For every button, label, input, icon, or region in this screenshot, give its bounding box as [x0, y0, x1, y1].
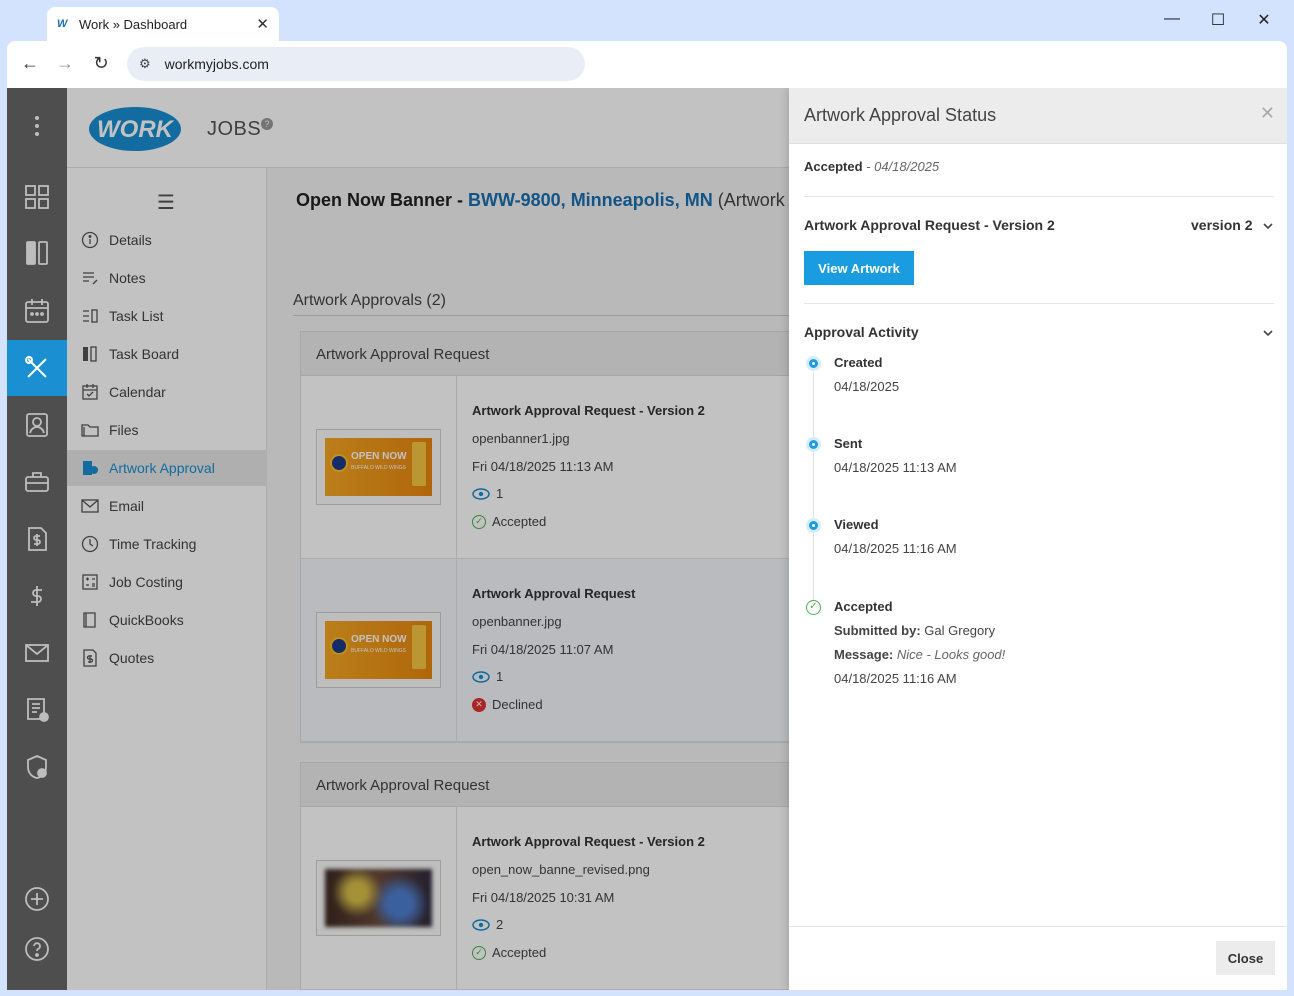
- calendar-rail-icon[interactable]: [7, 283, 67, 339]
- approval-message: Message: Nice - Looks good!: [834, 647, 1006, 662]
- address-bar[interactable]: ⚙ workmyjobs.com: [127, 47, 585, 81]
- drawer-header: Artwork Approval Status ✕: [789, 88, 1287, 144]
- browser-tab[interactable]: W Work » Dashboard ✕: [47, 7, 279, 41]
- more-vertical-icon[interactable]: [7, 98, 67, 154]
- invoice-icon[interactable]: [7, 511, 67, 567]
- mail-icon[interactable]: [7, 625, 67, 681]
- close-window-icon[interactable]: ✕: [1254, 10, 1274, 30]
- view-artwork-button[interactable]: View Artwork: [804, 251, 914, 285]
- close-x-icon[interactable]: ✕: [1260, 103, 1275, 124]
- site-settings-icon[interactable]: ⚙: [139, 56, 151, 72]
- version-selector[interactable]: version 2: [1191, 217, 1252, 233]
- approval-status-drawer: Artwork Approval Status ✕ Accepted - 04/…: [789, 88, 1287, 990]
- dollar-icon[interactable]: [7, 568, 67, 624]
- security-shield-icon[interactable]: [7, 739, 67, 795]
- browser-toolbar: ← → ↻ ⚙ workmyjobs.com: [7, 41, 1287, 88]
- timeline-time: 04/18/2025: [834, 379, 900, 394]
- reports-icon[interactable]: [7, 682, 67, 738]
- board-icon[interactable]: [7, 225, 67, 281]
- url-text: workmyjobs.com: [164, 56, 269, 72]
- jobs-tools-icon[interactable]: [7, 340, 67, 396]
- icon-rail: [7, 88, 67, 990]
- check-circle-icon: ✓: [806, 600, 821, 615]
- back-arrow-icon[interactable]: ←: [19, 53, 41, 74]
- status-line: Accepted - 04/18/2025: [804, 159, 940, 174]
- timeline-time: 04/18/2025 11:16 AM: [834, 541, 957, 556]
- contacts-icon[interactable]: [7, 397, 67, 453]
- chevron-down-icon[interactable]: [1261, 326, 1275, 340]
- submitted-by: Submitted by: Gal Gregory: [834, 623, 996, 638]
- drawer-footer: Close: [789, 926, 1287, 990]
- chevron-down-icon[interactable]: [1261, 219, 1275, 233]
- help-icon[interactable]: [7, 921, 67, 977]
- tab-title: Work » Dashboard: [79, 16, 188, 32]
- forward-arrow-icon[interactable]: →: [54, 53, 76, 74]
- work-favicon-icon: W: [57, 18, 68, 30]
- timeline-event: Sent: [834, 436, 863, 451]
- timeline-time: 04/18/2025 11:16 AM: [834, 671, 957, 686]
- maximize-window-icon[interactable]: ☐: [1208, 10, 1228, 30]
- timeline-event: Created: [834, 355, 883, 370]
- timeline-dot-icon: [806, 437, 821, 452]
- timeline-time: 04/18/2025 11:13 AM: [834, 460, 957, 475]
- reload-icon[interactable]: ↻: [90, 53, 112, 74]
- timeline-dot-icon: [806, 518, 821, 533]
- activity-title: Approval Activity: [804, 324, 919, 340]
- timeline-connector: [813, 373, 814, 613]
- timeline-dot-icon: [806, 356, 821, 371]
- timeline-event: Accepted: [834, 599, 893, 614]
- close-button[interactable]: Close: [1216, 941, 1275, 975]
- add-circle-icon[interactable]: [7, 871, 67, 927]
- dashboard-icon[interactable]: [7, 169, 67, 225]
- app-window: WORK JOBS? ☰ Details Notes Task List Task B…: [7, 88, 1287, 990]
- drawer-title: Artwork Approval Status: [804, 105, 997, 125]
- close-tab-icon[interactable]: ✕: [256, 15, 269, 33]
- minimize-window-icon[interactable]: —: [1162, 10, 1182, 28]
- request-title: Artwork Approval Request - Version 2: [804, 217, 1055, 233]
- toolbox-icon[interactable]: [7, 454, 67, 510]
- timeline-event: Viewed: [834, 517, 879, 532]
